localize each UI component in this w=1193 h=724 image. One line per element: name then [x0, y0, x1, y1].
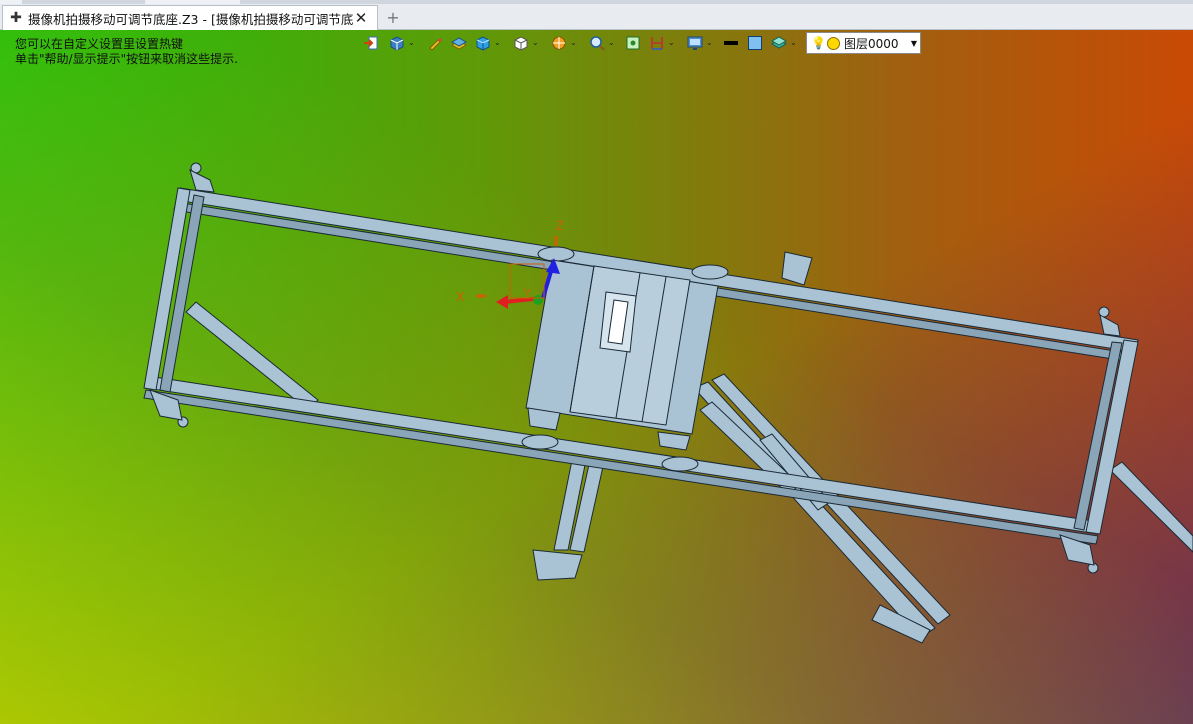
model-wheel	[661, 456, 699, 472]
model-bracket	[781, 251, 813, 286]
model-wheel	[691, 264, 729, 280]
tab-bar: ✚ 摄像机拍摄移动可调节底座.Z3 - [摄像机拍摄移动可调节底座] ✕ +	[0, 0, 1193, 30]
z-axis-label: Z	[556, 218, 564, 233]
model-wheel	[521, 434, 559, 450]
model-strut	[1109, 461, 1193, 553]
cad-model[interactable]: X Z Y	[0, 30, 1193, 724]
y-axis-label: Y	[524, 287, 532, 299]
x-axis-arrowhead	[496, 295, 508, 309]
model-clamp	[189, 169, 215, 193]
tab-bar-top-strip	[0, 0, 1193, 4]
y-axis-marker	[533, 295, 543, 305]
model-foot	[532, 549, 583, 581]
model-carriage-tab	[657, 431, 691, 451]
plus-icon[interactable]: +	[385, 8, 401, 27]
close-icon[interactable]: ✕	[353, 9, 369, 27]
document-tab[interactable]: ✚ 摄像机拍摄移动可调节底座.Z3 - [摄像机拍摄移动可调节底座] ✕	[2, 5, 378, 30]
model-wheel	[537, 246, 575, 262]
model-clamp	[1099, 314, 1121, 337]
document-tab-title: 摄像机拍摄移动可调节底座.Z3 - [摄像机拍摄移动可调节底座]	[28, 11, 353, 27]
3d-viewport[interactable]: 您可以在自定义设置里设置热键 单击"帮助/显示提示"按钮来取消这些提示. ⌄ ⌄…	[0, 30, 1193, 724]
pin-icon[interactable]: ✚	[8, 10, 24, 26]
x-axis-label: X	[456, 289, 465, 304]
